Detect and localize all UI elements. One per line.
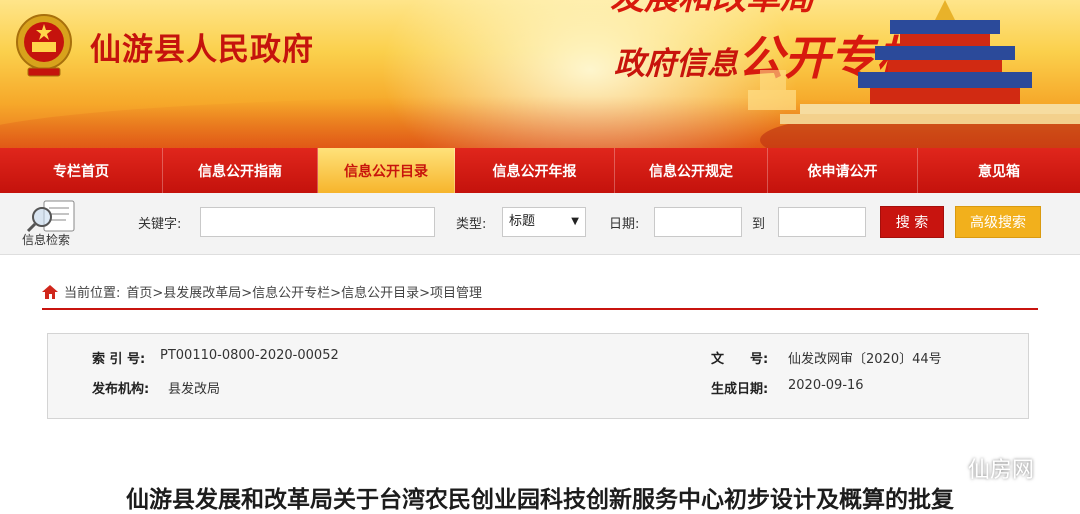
breadcrumb-path[interactable]: 首页>县发展改革局>信息公开专栏>信息公开目录>项目管理: [126, 282, 482, 301]
wechat-icon: [928, 455, 961, 480]
publisher-label: 发布机构:: [92, 382, 150, 397]
search-icon-label: 信息检索: [22, 233, 71, 247]
nav-item-home[interactable]: 专栏首页: [0, 148, 163, 193]
nav-item-catalog[interactable]: 信息公开目录: [318, 148, 455, 193]
temple-of-heaven-icon: [748, 0, 1080, 148]
nav-item-regulations[interactable]: 信息公开规定: [615, 148, 768, 193]
document-info-box: 索 引 号: PT00110-0800-2020-00052 文 号: 仙发改网…: [47, 333, 1029, 419]
keyword-input[interactable]: [200, 207, 435, 237]
nav-item-annual-report[interactable]: 信息公开年报: [455, 148, 615, 193]
nav-item-mailbox[interactable]: 意见箱: [918, 148, 1080, 193]
advanced-search-button[interactable]: 高级搜索: [955, 206, 1041, 238]
date-generated-value: 2020-09-16: [788, 378, 864, 393]
index-label: 索 引 号:: [92, 352, 146, 367]
type-select[interactable]: 标题 ▼: [502, 207, 586, 237]
index-value: PT00110-0800-2020-00052: [160, 348, 339, 363]
breadcrumb-prefix: 当前位置:: [64, 286, 121, 301]
keyword-label: 关键字:: [138, 217, 182, 232]
breadcrumb-divider: [42, 308, 1038, 310]
nav-item-guide[interactable]: 信息公开指南: [163, 148, 318, 193]
doc-number-label: 文 号:: [711, 352, 769, 367]
main-nav: 专栏首页 信息公开指南 信息公开目录 信息公开年报 信息公开规定 依申请公开 意…: [0, 148, 1080, 193]
breadcrumb: 当前位置: 首页>县发展改革局>信息公开专栏>信息公开目录>项目管理: [42, 282, 482, 301]
doc-number-value: 仙发改网审〔2020〕44号: [788, 352, 942, 367]
publisher-value: 县发改局: [168, 382, 221, 397]
type-label: 类型:: [456, 217, 487, 232]
national-emblem-icon: [16, 14, 72, 77]
chevron-down-icon: ▼: [571, 216, 579, 227]
date-to-label: 到: [752, 217, 766, 232]
date-generated-label: 生成日期:: [711, 382, 769, 397]
document-title: 仙游县发展和改革局关于台湾农民创业园科技创新服务中心初步设计及概算的批复: [126, 487, 954, 513]
home-icon: [42, 284, 58, 299]
search-button[interactable]: 搜 索: [880, 206, 944, 238]
search-bar: 信息检索 关键字: 类型: 标题 ▼ 日期: 到 搜 索 高级搜索: [0, 193, 1080, 255]
date-from-input[interactable]: [654, 207, 742, 237]
date-to-input[interactable]: [778, 207, 866, 237]
site-title: 仙游县人民政府: [90, 32, 314, 68]
date-label: 日期:: [609, 217, 640, 232]
type-select-value: 标题: [509, 214, 536, 229]
column-title-part-a: 政府信息: [614, 46, 738, 82]
site-banner: 仙游县人民政府 发展和改革局 政府信息公开专栏: [0, 0, 1080, 148]
nav-item-request-disclosure[interactable]: 依申请公开: [768, 148, 918, 193]
